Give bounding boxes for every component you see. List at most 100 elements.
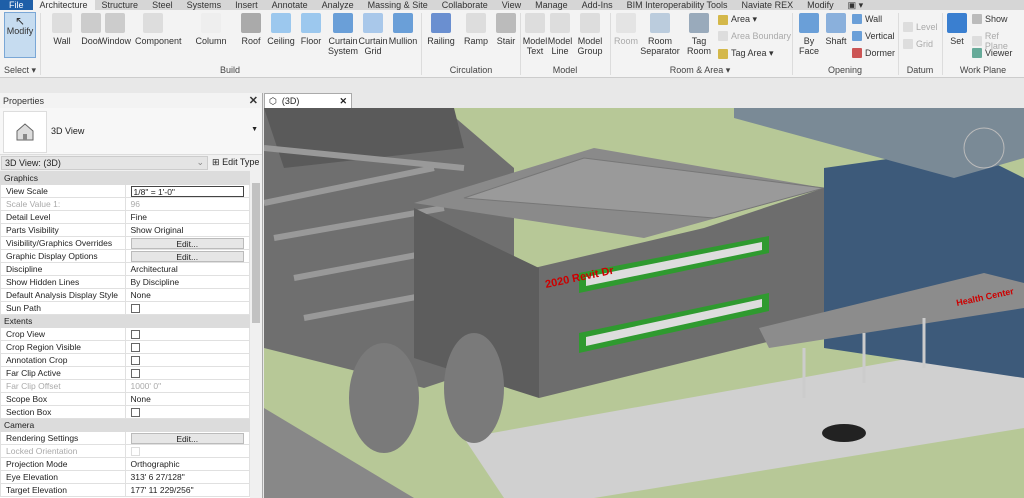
property-name: Parts Visibility [0, 223, 126, 237]
opening-panel-label[interactable]: Opening [792, 65, 898, 75]
property-name: Eye Elevation [0, 470, 126, 484]
floor-button[interactable]: Floor [293, 13, 329, 46]
checkbox[interactable] [130, 408, 140, 418]
tab-steel[interactable]: Steel [145, 0, 180, 10]
checkbox[interactable] [130, 369, 140, 379]
area-boundary-button[interactable]: Area Boundary [718, 31, 791, 41]
mullion-button[interactable]: Mullion [385, 13, 421, 46]
tab-bim-interoperability-tools[interactable]: BIM Interoperability Tools [620, 0, 735, 10]
level-icon [903, 22, 913, 32]
select-panel-label[interactable]: Select ▾ [0, 65, 40, 76]
shaft-button[interactable]: Shaft [822, 13, 850, 46]
edit-button[interactable]: Edit... [130, 432, 244, 444]
property-value[interactable]: None [131, 394, 151, 404]
ramp-icon [466, 13, 486, 33]
view-scale-input[interactable]: 1/8" = 1'-0" [130, 185, 244, 197]
chevron-down-icon[interactable]: ▼ [251, 126, 258, 133]
tab-analyze[interactable]: Analyze [315, 0, 361, 10]
dormer-opening-icon [852, 48, 862, 58]
edit-type-button[interactable]: ⊞ Edit Type [212, 157, 259, 168]
group-extents[interactable]: Extents [0, 314, 250, 328]
circulation-panel-label[interactable]: Circulation [421, 65, 521, 75]
property-value[interactable]: Fine [131, 212, 148, 222]
tag-area-button[interactable]: Tag Area ▾ [718, 48, 774, 59]
ribbon-tabs: File Architecture Structure Steel Systems Ins… [0, 0, 1024, 10]
property-value[interactable]: None [131, 290, 151, 300]
column-button[interactable]: Column [193, 13, 229, 46]
level-button[interactable]: Level [903, 22, 938, 32]
tab-insert[interactable]: Insert [228, 0, 265, 10]
tag-room-button[interactable]: Tag Room [683, 13, 715, 56]
tab-naviate-rex[interactable]: Naviate REX [735, 0, 801, 10]
tab-architecture[interactable]: Architecture [32, 0, 95, 10]
tab-massing-site[interactable]: Massing & Site [361, 0, 435, 10]
3d-viewport[interactable]: 2020 Revit Dr Health Center [264, 108, 1024, 498]
checkbox[interactable] [130, 330, 140, 340]
area-button[interactable]: Area ▾ [718, 14, 757, 25]
viewer-button[interactable]: Viewer [972, 48, 1012, 58]
work-plane-panel-label[interactable]: Work Plane [942, 65, 1024, 75]
room-button[interactable]: Room [610, 13, 642, 46]
set-work-plane-button[interactable]: Set [944, 13, 970, 46]
properties-scrollbar[interactable] [250, 171, 262, 498]
room-area-panel-label[interactable]: Room & Area ▾ [610, 65, 790, 76]
property-name: Section Box [0, 405, 126, 419]
property-value[interactable]: 177' 11 229/256" [131, 485, 194, 495]
tab-manage[interactable]: Manage [528, 0, 575, 10]
edit-button[interactable]: Edit... [130, 250, 244, 262]
quick-access-dropdown-icon[interactable]: ▣ ▾ [841, 0, 871, 10]
shaft-label: Shaft [825, 36, 847, 46]
group-header[interactable]: Extents [0, 314, 250, 328]
property-row: Sun Path [0, 301, 250, 315]
edit-button[interactable]: Edit... [130, 237, 244, 249]
property-value[interactable]: Show Original [131, 225, 184, 235]
property-name: Rendering Settings [0, 431, 126, 445]
scrollbar-thumb[interactable] [252, 183, 260, 323]
property-value[interactable]: By Discipline [131, 277, 180, 287]
group-graphics[interactable]: Graphics [0, 171, 250, 185]
tab-modify[interactable]: Modify [800, 0, 841, 10]
component-button[interactable]: Component [135, 13, 182, 46]
property-value[interactable]: Orthographic [131, 459, 180, 469]
stair-button[interactable]: Stair [490, 13, 522, 46]
ramp-button[interactable]: Ramp [460, 13, 492, 46]
room-separator-button[interactable]: Room Separator [640, 13, 680, 56]
checkbox[interactable] [130, 304, 140, 314]
build-panel-label[interactable]: Build [40, 65, 420, 75]
window-button[interactable]: Window [97, 13, 133, 46]
tab-add-ins[interactable]: Add-Ins [575, 0, 620, 10]
group-header[interactable]: Graphics [0, 171, 250, 185]
tab-annotate[interactable]: Annotate [265, 0, 315, 10]
model-panel-label[interactable]: Model [520, 65, 610, 75]
type-selector[interactable]: 3D View ▼ [0, 108, 262, 155]
checkbox[interactable] [130, 356, 140, 366]
checkbox[interactable] [130, 343, 140, 353]
tab-systems[interactable]: Systems [180, 0, 229, 10]
close-icon[interactable]: ✕ [339, 96, 347, 107]
vertical-opening-button[interactable]: Vertical [852, 31, 895, 41]
tab-view[interactable]: View [495, 0, 528, 10]
grid-icon [903, 39, 913, 49]
model-group-button[interactable]: Model Group [575, 13, 605, 56]
dormer-opening-button[interactable]: Dormer [852, 48, 895, 58]
wall-opening-button[interactable]: Wall [852, 14, 882, 24]
model-line-button[interactable]: Model Line [545, 13, 575, 56]
tab-collaborate[interactable]: Collaborate [435, 0, 495, 10]
railing-button[interactable]: Railing [425, 13, 457, 46]
show-work-plane-button[interactable]: Show [972, 14, 1008, 24]
tag-area-label: Tag Area ▾ [731, 48, 774, 58]
by-face-button[interactable]: By Face [795, 13, 823, 56]
modify-button[interactable]: ↖ Modify [4, 12, 36, 58]
datum-panel-label[interactable]: Datum [898, 65, 942, 75]
wall-icon [52, 13, 72, 33]
grid-button[interactable]: Grid [903, 39, 933, 49]
close-icon[interactable]: ✕ [249, 94, 258, 107]
group-header[interactable]: Camera [0, 418, 250, 432]
view-tab-3d[interactable]: ⬡ (3D) ✕ [264, 93, 352, 108]
property-value[interactable]: 313' 6 27/128" [131, 472, 185, 482]
view-instance-dropdown[interactable]: 3D View: (3D) ⌄ [1, 156, 208, 170]
tab-structure[interactable]: Structure [95, 0, 146, 10]
group-camera[interactable]: Camera [0, 418, 250, 432]
property-value[interactable]: Architectural [131, 264, 178, 274]
tab-file[interactable]: File [0, 0, 33, 10]
